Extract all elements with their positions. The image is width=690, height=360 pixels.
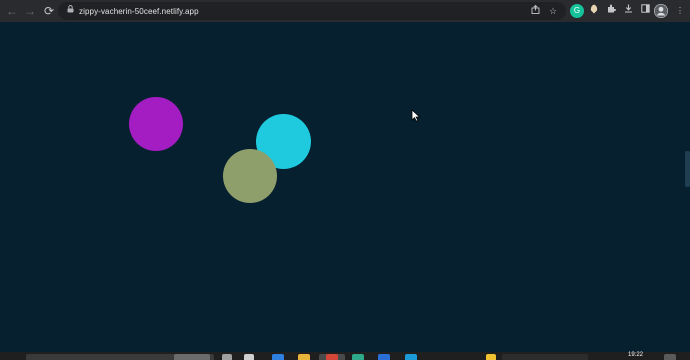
sidebar-icon[interactable] — [638, 4, 652, 18]
taskbar-search-highlight — [174, 354, 210, 360]
page-canvas[interactable] — [0, 22, 690, 352]
taskbar-app-icon[interactable] — [378, 354, 390, 360]
share-icon[interactable] — [528, 4, 542, 18]
taskbar-widgets-icon[interactable] — [244, 354, 254, 360]
taskbar-app2-icon[interactable] — [405, 354, 417, 360]
taskbar-weather-icon[interactable] — [486, 354, 496, 360]
grammarly-icon[interactable]: G — [570, 4, 584, 18]
download-icon[interactable] — [621, 4, 635, 18]
browser-toolbar: ← → ⟳ zippy-vacherin-50ceef.netlify.app … — [0, 0, 690, 22]
puzzle-icon[interactable] — [604, 4, 618, 18]
back-button[interactable]: ← — [3, 2, 21, 20]
star-icon[interactable]: ☆ — [546, 4, 560, 18]
extension-icon[interactable] — [587, 4, 601, 18]
taskbar-clock[interactable]: 19:22 — [628, 352, 643, 359]
mouse-cursor-icon — [411, 109, 421, 122]
reload-button[interactable]: ⟳ — [40, 2, 58, 20]
lock-icon[interactable] — [63, 4, 77, 18]
taskbar-task-view-icon[interactable] — [222, 354, 232, 360]
olive-circle[interactable] — [223, 149, 277, 203]
scroll-handle[interactable] — [685, 151, 690, 187]
taskbar-explorer-icon[interactable] — [298, 354, 310, 360]
forward-button[interactable]: → — [21, 2, 39, 20]
notification-icon[interactable] — [664, 354, 676, 360]
magenta-circle[interactable] — [129, 97, 183, 151]
taskbar-vscode-icon[interactable] — [272, 354, 284, 360]
menu-icon[interactable]: ⋮ — [673, 4, 687, 18]
taskbar-edge-icon[interactable] — [352, 354, 364, 360]
address-bar[interactable]: zippy-vacherin-50ceef.netlify.app ☆ — [58, 2, 566, 20]
windows-taskbar: 19:22 — [0, 352, 690, 360]
url-text[interactable]: zippy-vacherin-50ceef.netlify.app — [79, 7, 199, 16]
profile-avatar[interactable] — [654, 4, 668, 18]
taskbar-chrome-icon[interactable] — [326, 354, 338, 360]
system-tray[interactable] — [502, 354, 588, 360]
